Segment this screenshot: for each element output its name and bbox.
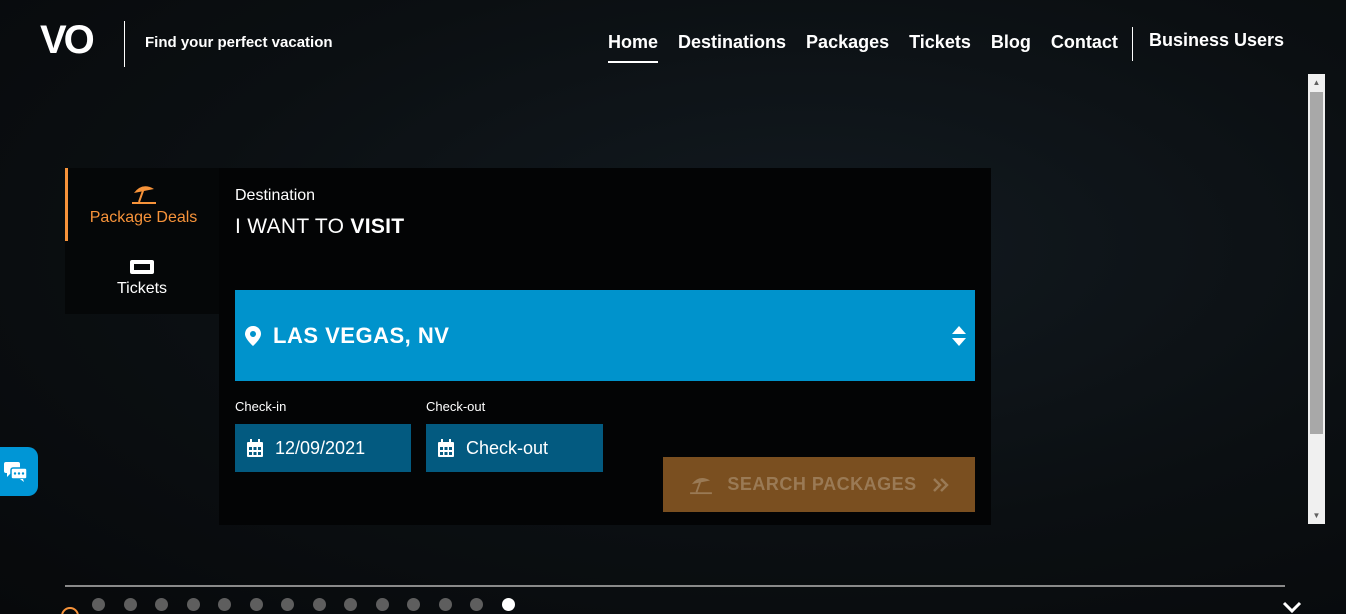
chevron-down-icon[interactable] [1282, 600, 1302, 614]
slide-dot[interactable] [281, 598, 294, 611]
slide-dot[interactable] [312, 598, 326, 611]
calendar-icon [438, 439, 454, 457]
destination-heading: I WANT TO VISIT [235, 215, 404, 239]
map-pin-icon [245, 325, 261, 346]
logo[interactable]: VO [40, 20, 95, 60]
nav-home[interactable]: Home [608, 32, 659, 63]
slide-dot-active[interactable] [501, 598, 515, 611]
nav-divider [1132, 27, 1133, 61]
nav-business-users[interactable]: Business Users [1149, 30, 1284, 51]
tab-package-deals[interactable]: Package Deals [65, 168, 219, 241]
tab-package-deals-label: Package Deals [89, 208, 198, 226]
checkin-field[interactable]: 12/09/2021 [235, 424, 411, 472]
checkin-value: 12/09/2021 [275, 437, 366, 458]
checkout-field[interactable]: Check-out [426, 424, 603, 472]
slide-dot[interactable] [375, 598, 389, 611]
slide-dot[interactable] [155, 598, 168, 611]
checkout-value: Check-out [466, 437, 549, 458]
slide-dot[interactable] [123, 598, 137, 611]
search-panel: Destination I WANT TO VISIT LAS VEGAS, N… [219, 168, 991, 525]
slide-dot[interactable] [186, 598, 200, 611]
beach-umbrella-icon [131, 185, 156, 204]
beach-umbrella-icon [690, 477, 713, 494]
search-packages-label: SEARCH PACKAGES [727, 474, 917, 494]
nav-packages[interactable]: Packages [806, 32, 889, 53]
heading-bold: VISIT [350, 215, 405, 238]
calendar-icon [247, 439, 263, 457]
slide-dot[interactable] [249, 598, 263, 611]
slider-track [65, 585, 1285, 587]
checkin-label: Check-in [235, 399, 287, 414]
search-packages-button[interactable]: SEARCH PACKAGES [663, 457, 975, 512]
slide-dot[interactable] [407, 598, 420, 611]
search-type-tabs: Package Deals Tickets [65, 168, 219, 314]
destination-value: LAS VEGAS, NV [273, 322, 450, 348]
destination-label: Destination [235, 187, 316, 204]
slider-dots [92, 598, 533, 611]
nav-tickets[interactable]: Tickets [909, 32, 971, 53]
nav-blog[interactable]: Blog [991, 32, 1031, 53]
destination-select[interactable]: LAS VEGAS, NV [235, 290, 975, 381]
logo-divider [124, 21, 125, 67]
slide-dot[interactable] [344, 598, 357, 611]
scroll-thumb[interactable] [1310, 92, 1323, 434]
chat-button[interactable] [0, 447, 38, 496]
nav-contact[interactable]: Contact [1051, 32, 1118, 53]
select-arrows-icon [952, 326, 966, 346]
main-nav: Home Destinations Packages Tickets Blog … [608, 30, 1138, 63]
nav-destinations[interactable]: Destinations [678, 32, 786, 53]
tab-tickets[interactable]: Tickets [65, 241, 219, 314]
slide-dot[interactable] [470, 598, 483, 611]
scroll-down-arrow-icon[interactable]: ▼ [1308, 507, 1325, 524]
heading-prefix: I WANT TO [235, 215, 351, 238]
tagline: Find your perfect vacation [145, 34, 333, 51]
slide-dot[interactable] [92, 598, 105, 611]
progress-ring-icon [61, 607, 79, 614]
ticket-icon [130, 259, 154, 274]
checkout-label: Check-out [426, 399, 486, 414]
scroll-up-arrow-icon[interactable]: ▲ [1308, 74, 1325, 91]
slide-dot[interactable] [218, 598, 231, 611]
slide-dot[interactable] [438, 598, 452, 611]
scrollbar[interactable]: ▲ ▼ [1308, 74, 1325, 524]
double-chevron-right-icon [932, 477, 949, 492]
tab-tickets-label: Tickets [116, 279, 168, 297]
chat-bubbles-icon [4, 461, 28, 482]
